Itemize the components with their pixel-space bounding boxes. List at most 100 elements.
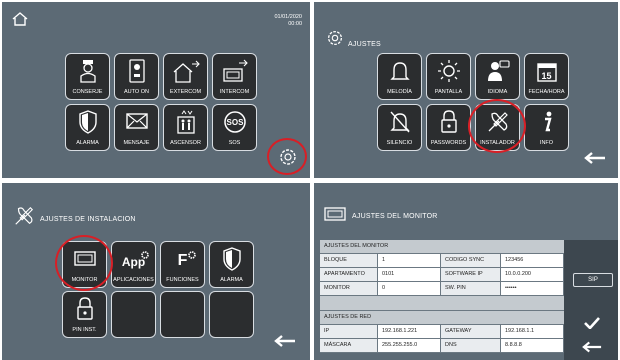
envelope-icon: [125, 113, 148, 129]
tile-alarma[interactable]: ALARMA: [65, 104, 110, 151]
camera-icon: [128, 59, 145, 83]
page-title: AJUSTES DEL MONITOR: [352, 213, 438, 220]
tile-silencio[interactable]: SILENCIO: [377, 104, 422, 151]
tile-label: ALARMA: [220, 277, 243, 283]
tile-idioma[interactable]: IDIOMA: [475, 53, 520, 100]
monitor-settings-screen: AJUSTES DEL MONITOR AJUSTES DEL MONITOR …: [314, 183, 618, 360]
tile-empty: [160, 291, 205, 338]
tile-label: PIN INST.: [72, 327, 97, 333]
field-label: GATEWAY: [441, 325, 501, 338]
tile-label: INFO: [539, 140, 554, 146]
tile-label: EXTERCOM: [169, 89, 202, 95]
tile-label: FUNCIONES: [166, 277, 199, 283]
concierge-icon: [79, 60, 96, 83]
field-value[interactable]: 0: [378, 282, 441, 295]
tile-label: CONSERJE: [72, 89, 103, 95]
brightness-icon: [437, 60, 460, 82]
field-value[interactable]: 10.0.0.200: [501, 268, 564, 281]
table-row[interactable]: MONITOR 0 SW. PIN ••••••: [320, 282, 564, 296]
table-row[interactable]: BLOQUE 1 CODIGO SYNC 123456: [320, 254, 564, 268]
tile-passwords[interactable]: PASSWORDS: [426, 104, 471, 151]
settings-table: AJUSTES DEL MONITOR BLOQUE 1 CODIGO SYNC…: [320, 240, 564, 353]
settings-screen: AJUSTES MELODÍA PANTALLA IDIOMA 15 FECHA…: [314, 2, 618, 178]
tile-melodia[interactable]: MELODÍA: [377, 53, 422, 100]
tile-pin-inst[interactable]: PIN INST.: [62, 291, 107, 338]
tile-ascensor[interactable]: ASCENSOR: [163, 104, 208, 151]
tile-pantalla[interactable]: PANTALLA: [426, 53, 471, 100]
field-value[interactable]: 123456: [501, 254, 564, 267]
spacer-row: [320, 296, 564, 311]
field-label: APARTAMENTO: [320, 268, 378, 281]
highlight-ring: [267, 138, 307, 175]
field-label: IP: [320, 325, 378, 338]
back-arrow-icon[interactable]: [582, 341, 602, 353]
sip-button[interactable]: SIP: [573, 273, 613, 287]
bell-icon: [389, 62, 410, 80]
back-arrow-icon[interactable]: [584, 152, 606, 164]
house-transfer-icon: [173, 60, 200, 83]
language-icon: [487, 60, 510, 81]
back-arrow-icon[interactable]: [274, 335, 296, 347]
tile-sos[interactable]: SOS SOS: [212, 104, 257, 151]
field-label: BLOQUE: [320, 254, 378, 267]
tile-empty: [111, 291, 156, 338]
section-title: AJUSTES DEL MONITOR: [324, 243, 389, 249]
tile-auto-on[interactable]: AUTO ON: [114, 53, 159, 100]
tile-info[interactable]: INFO: [524, 104, 569, 151]
date-text: 01/01/2020: [274, 14, 302, 20]
shield-icon: [222, 247, 241, 271]
tile-aplicaciones[interactable]: App APLICACIONES: [111, 241, 156, 288]
elevator-icon: [176, 110, 195, 134]
tile-empty: [209, 291, 254, 338]
tile-label: PANTALLA: [434, 89, 463, 95]
monitor-transfer-icon: [222, 59, 248, 82]
tile-fecha-hora[interactable]: 15 FECHA/HORA: [524, 53, 569, 100]
tile-label: ALARMA: [76, 140, 99, 146]
section-title: AJUSTES DE RED: [324, 314, 372, 320]
field-value[interactable]: 1: [378, 254, 441, 267]
tile-intercom[interactable]: INTERCOM: [212, 53, 257, 100]
lock-icon: [76, 297, 93, 320]
time-text: 00:00: [288, 21, 302, 27]
field-label: CODIGO SYNC: [441, 254, 501, 267]
monitor-icon: [324, 207, 346, 221]
field-value[interactable]: 8.8.8.8: [501, 339, 564, 352]
tile-label: MENSAJE: [123, 140, 150, 146]
tile-mensaje[interactable]: MENSAJE: [114, 104, 159, 151]
svg-text:SOS: SOS: [226, 118, 244, 127]
main-menu-screen: 01/01/2020 00:00 CONSERJE AUTO ON EXTERC…: [2, 2, 310, 178]
gear-small-icon: [188, 251, 196, 259]
bell-mute-icon: [389, 111, 410, 133]
field-value[interactable]: 192.168.1.221: [378, 325, 441, 338]
field-value[interactable]: 0101: [378, 268, 441, 281]
tile-extercom[interactable]: EXTERCOM: [163, 53, 208, 100]
home-icon[interactable]: [12, 12, 28, 26]
field-label: SW. PIN: [441, 282, 501, 295]
field-label: MONITOR: [320, 282, 378, 295]
page-title: AJUSTES: [348, 41, 381, 48]
tile-label: PASSWORDS: [430, 140, 467, 146]
highlight-ring: [55, 235, 113, 291]
tile-funciones[interactable]: F FUNCIONES: [160, 241, 205, 288]
check-icon[interactable]: [584, 317, 600, 329]
highlight-ring: [468, 99, 526, 153]
tile-conserje[interactable]: CONSERJE: [65, 53, 110, 100]
tile-alarma[interactable]: ALARMA: [209, 241, 254, 288]
tile-label: IDIOMA: [487, 89, 508, 95]
section-header: AJUSTES DE RED: [320, 311, 564, 325]
field-value[interactable]: ••••••: [501, 282, 564, 295]
table-row[interactable]: IP 192.168.1.221 GATEWAY 192.168.1.1: [320, 325, 564, 339]
tile-label: FECHA/HORA: [528, 89, 565, 95]
lock-icon: [440, 110, 457, 133]
field-value[interactable]: 255.255.255.0: [378, 339, 441, 352]
tile-label: SILENCIO: [386, 140, 413, 146]
field-value[interactable]: 192.168.1.1: [501, 325, 564, 338]
field-label: MÁSCARA: [320, 339, 378, 352]
shield-icon: [78, 110, 97, 134]
table-row[interactable]: APARTAMENTO 0101 SOFTWARE IP 10.0.0.200: [320, 268, 564, 282]
tile-label: APLICACIONES: [113, 277, 154, 283]
info-icon: [544, 111, 552, 132]
page-title: AJUSTES DE INSTALACION: [40, 216, 136, 223]
tile-label: SOS: [228, 140, 241, 146]
table-row[interactable]: MÁSCARA 255.255.255.0 DNS 8.8.8.8: [320, 339, 564, 353]
